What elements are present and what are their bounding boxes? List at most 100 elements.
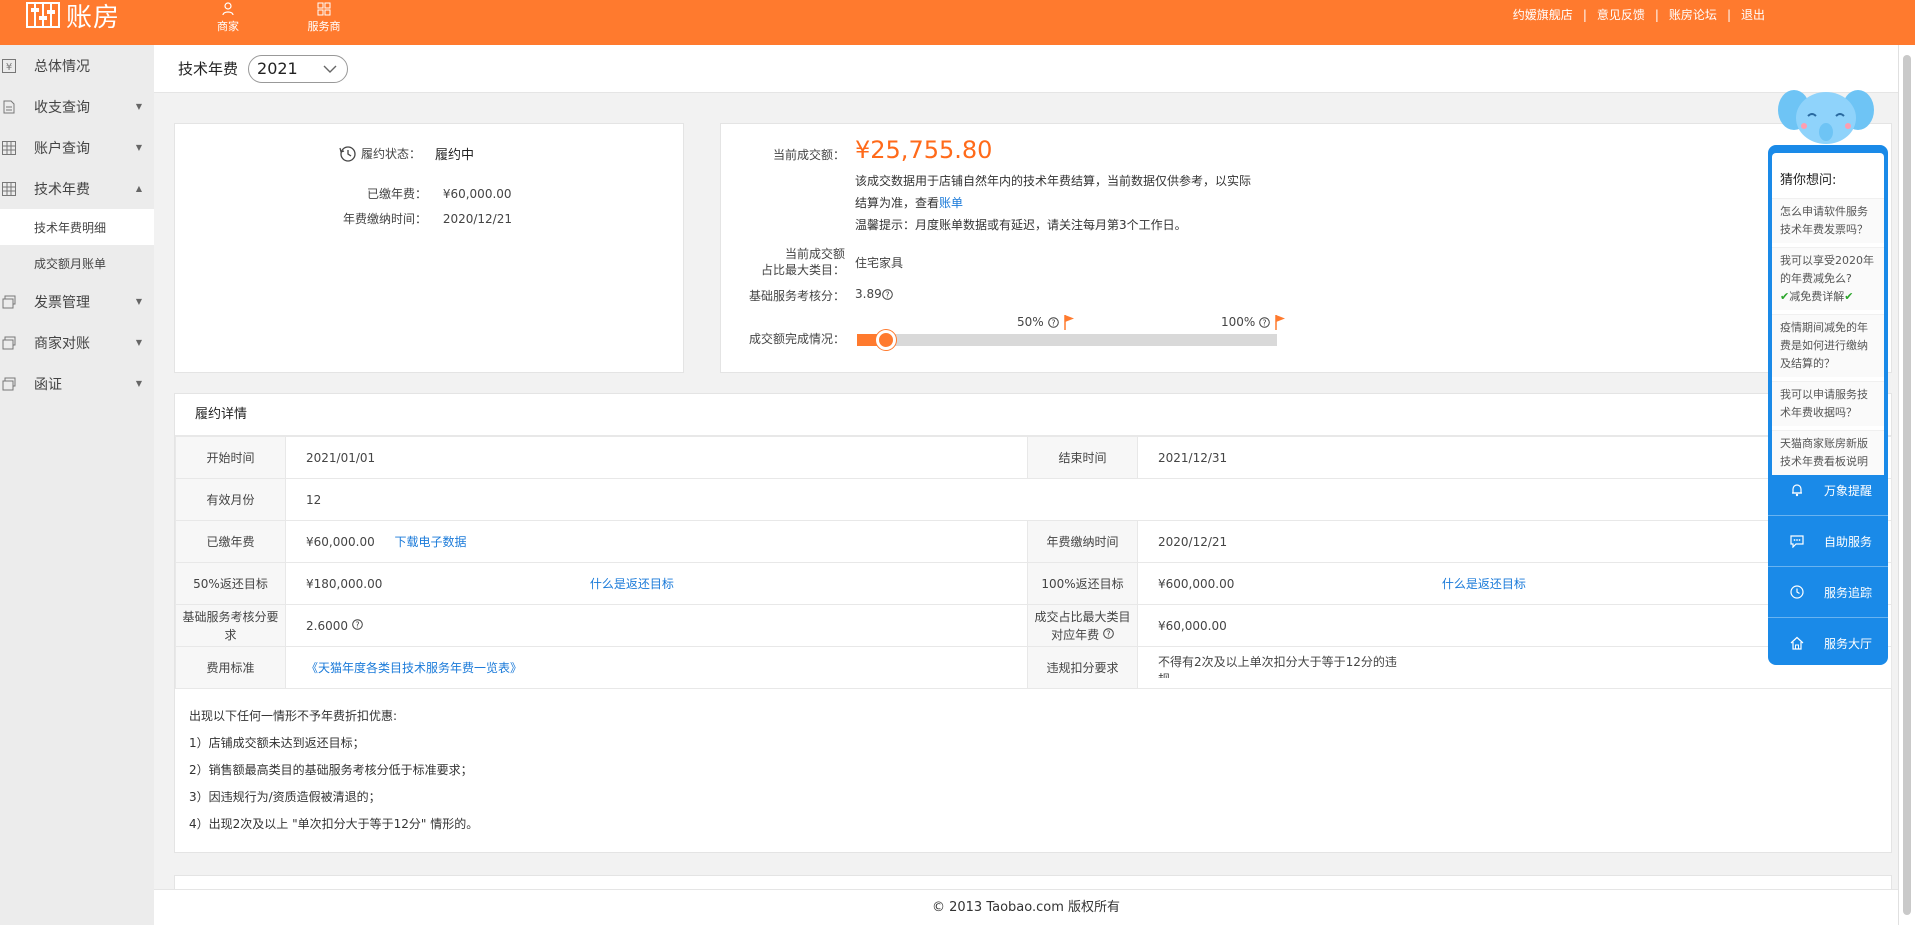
table-icon bbox=[2, 181, 16, 196]
forum-link[interactable]: 账房论坛 bbox=[1669, 6, 1717, 23]
year-bar-label: 技术年费 bbox=[178, 60, 239, 78]
bill-link[interactable]: 账单 bbox=[939, 196, 963, 210]
sidebar: ¥ 总体情况 收支查询 ▼ 账户查询 ▼ 技术年费 ▲ 技术年费明细 成交额月账… bbox=[0, 45, 154, 925]
store-link[interactable]: 约嫒旗舰店 bbox=[1513, 6, 1573, 23]
sidebar-item-label: 函证 bbox=[34, 376, 62, 393]
table-row: 有效月份 12 bbox=[175, 478, 1892, 521]
max-category-label-line-1: 当前成交额 bbox=[784, 247, 845, 261]
clock-icon bbox=[1790, 585, 1804, 599]
sidebar-item-account[interactable]: 账户查询 ▼ bbox=[0, 127, 154, 168]
faq-item[interactable]: 怎么申请软件服务技术年费发票吗？ bbox=[1772, 198, 1884, 243]
logo[interactable]: 账房 bbox=[26, 0, 120, 33]
stack-icon bbox=[2, 336, 16, 349]
flag-50: 50% ? bbox=[1017, 314, 1075, 330]
sidebar-item-label: 账户查询 bbox=[34, 140, 90, 157]
feedback-link[interactable]: 意见反馈 bbox=[1597, 6, 1645, 23]
sidebar-item-income[interactable]: 收支查询 ▼ bbox=[0, 86, 154, 127]
score-row: 3.89 ? bbox=[855, 287, 893, 301]
score-req-cell: 2.6000 ? bbox=[285, 604, 1028, 647]
help-icon[interactable]: ? bbox=[352, 618, 363, 630]
caret-up-icon: ▲ bbox=[135, 184, 142, 193]
faq-item[interactable]: 疫情期间减免的年费是如何进行缴纳及结算的？ bbox=[1772, 314, 1884, 377]
top-links: 约嫒旗舰店 | 意见反馈 | 账房论坛 | 退出 bbox=[1513, 6, 1765, 23]
sidebar-subitem-label: 成交额月账单 bbox=[34, 256, 107, 271]
details-title: 履约详情 bbox=[175, 394, 1891, 436]
topnav-merchant-label: 商家 bbox=[217, 20, 239, 33]
rule-item: 3）因违规行为/资质造假被清退的； bbox=[189, 790, 381, 804]
svg-text:¥: ¥ bbox=[6, 62, 12, 73]
sidebar-subitem-fee-detail[interactable]: 技术年费明细 bbox=[0, 209, 154, 245]
faq-item[interactable]: 我可以享受2020年的年费减免么? ✔减免费详解✔ bbox=[1772, 247, 1884, 310]
note-line-2-text: 结算为准，查看 bbox=[855, 196, 940, 210]
topnav-merchant[interactable]: 商家 bbox=[180, 0, 276, 36]
sidebar-item-tech-fee[interactable]: 技术年费 ▲ bbox=[0, 168, 154, 209]
help-icon[interactable]: ? bbox=[1259, 316, 1271, 328]
violation-value: 不得有2次及以上单次扣分大于等于12分的违规 bbox=[1158, 655, 1397, 678]
paid-time-label: 年费缴纳时间 bbox=[1027, 520, 1138, 563]
logo-text: 账房 bbox=[66, 2, 121, 33]
faq-item[interactable]: 我可以申请服务技术年费收据吗？ bbox=[1772, 381, 1884, 426]
svg-text:?: ? bbox=[355, 620, 359, 629]
score-value: 3.89 bbox=[855, 287, 882, 301]
what-is-target-link[interactable]: 什么是返还目标 bbox=[1442, 577, 1526, 591]
scrollbar-thumb[interactable] bbox=[1903, 55, 1911, 915]
svg-text:?: ? bbox=[1263, 318, 1267, 327]
service-label: 服务追踪 bbox=[1824, 585, 1873, 600]
separator: | bbox=[1582, 7, 1587, 22]
caret-down-icon: ▼ bbox=[135, 143, 142, 152]
scrollbar[interactable] bbox=[1898, 45, 1915, 925]
abacus-icon bbox=[26, 2, 60, 28]
download-data-link[interactable]: 下载电子数据 bbox=[395, 535, 467, 549]
svg-text:?: ? bbox=[1106, 629, 1110, 638]
history-icon bbox=[339, 145, 356, 162]
sidebar-item-label: 商家对账 bbox=[34, 335, 90, 352]
sidebar-item-invoice[interactable]: 发票管理 ▼ bbox=[0, 281, 154, 322]
check-icon: ✔ bbox=[1780, 290, 1790, 303]
home-icon bbox=[1790, 636, 1804, 650]
current-turnover-value: ¥25,755.80 bbox=[855, 136, 993, 164]
help-icon[interactable]: ? bbox=[881, 288, 893, 300]
sidebar-item-confirmation[interactable]: 函证 ▼ bbox=[0, 363, 154, 404]
paid-row: 已缴年费： ¥60,000.00 bbox=[175, 185, 675, 202]
table-row: 已缴年费 ¥60,000.00 下载电子数据 年费缴纳时间 2020/12/21 bbox=[175, 520, 1892, 563]
months-value: 12 bbox=[285, 478, 1892, 521]
table-icon bbox=[2, 140, 16, 155]
sidebar-subitem-monthly-bill[interactable]: 成交额月账单 bbox=[0, 245, 154, 281]
stack-icon bbox=[2, 377, 16, 390]
what-is-target-link[interactable]: 什么是返还目标 bbox=[590, 577, 674, 591]
rule-item: 2）销售额最高类目的基础服务考核分低于标准要求； bbox=[189, 763, 473, 777]
end-label: 结束时间 bbox=[1027, 436, 1138, 479]
help-icon[interactable]: ? bbox=[1103, 627, 1114, 639]
topnav-provider[interactable]: 服务商 bbox=[276, 0, 372, 36]
progress-handle bbox=[876, 330, 896, 350]
note-line-2: 结算为准，查看账单 bbox=[855, 192, 1295, 214]
fee-standard-link[interactable]: 《天猫年度各类目技术服务年费一览表》 bbox=[306, 661, 522, 675]
paid-fee-label: 已缴年费 bbox=[175, 520, 286, 563]
sidebar-item-overview[interactable]: ¥ 总体情况 bbox=[0, 45, 154, 86]
self-service-button[interactable]: 自助服务 bbox=[1768, 516, 1888, 566]
service-alert-button[interactable]: 万象提醒 bbox=[1768, 465, 1888, 515]
caret-down-icon: ▼ bbox=[135, 379, 142, 388]
score-label: 基础服务考核分： bbox=[748, 289, 845, 303]
score-req-label: 基础服务考核分要求 bbox=[175, 604, 286, 647]
logout-link[interactable]: 退出 bbox=[1741, 6, 1765, 23]
help-icon[interactable]: ? bbox=[1047, 316, 1059, 328]
mascot-icon[interactable] bbox=[1778, 86, 1874, 148]
sidebar-item-label: 发票管理 bbox=[34, 294, 90, 311]
start-value: 2021/01/01 bbox=[285, 436, 1028, 479]
separator: | bbox=[1654, 7, 1659, 22]
sidebar-item-reconcile[interactable]: 商家对账 ▼ bbox=[0, 322, 154, 363]
paid-time-label: 年费缴纳时间： bbox=[342, 212, 427, 226]
year-select[interactable]: 2021 bbox=[248, 54, 349, 83]
chevron-down-icon bbox=[323, 65, 337, 73]
table-row: 50%返还目标 ¥180,000.00 什么是返还目标 100%返还目标 ¥60… bbox=[175, 562, 1892, 605]
stack-icon bbox=[2, 295, 16, 308]
progress-track bbox=[857, 334, 1277, 346]
main-content: 技术年费 2021 履约状态： 履约中 已缴年费： ¥60,000.00 年费缴… bbox=[154, 45, 1898, 925]
progress-label: 成交额完成情况： bbox=[748, 332, 845, 346]
chat-icon bbox=[1790, 535, 1804, 548]
service-hall-button[interactable]: 服务大厅 bbox=[1768, 618, 1888, 665]
months-label: 有效月份 bbox=[175, 478, 286, 521]
flag-icon bbox=[1275, 315, 1286, 330]
service-tracking-button[interactable]: 服务追踪 bbox=[1768, 567, 1888, 617]
